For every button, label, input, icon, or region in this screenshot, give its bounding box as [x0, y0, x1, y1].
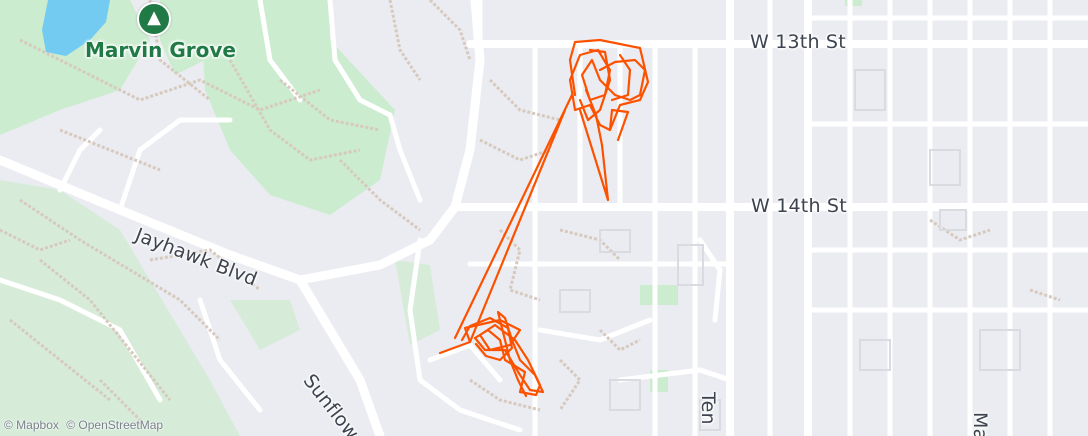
street-label-w14: W 14th St	[751, 195, 847, 217]
street-label-w13: W 13th St	[750, 31, 846, 53]
street-label-tennessee: Ten	[697, 392, 719, 425]
map-canvas[interactable]: ▲ Marvin Grove W 13th St W 14th St Jayha…	[0, 0, 1088, 436]
activity-route	[438, 38, 650, 398]
park-label: Marvin Grove	[85, 38, 236, 62]
park-marker[interactable]: ▲	[137, 2, 171, 36]
map-attribution: © Mapbox © OpenStreetMap	[4, 418, 167, 432]
osm-attribution[interactable]: © OpenStreetMap	[66, 418, 163, 432]
tree-icon: ▲	[147, 7, 161, 28]
street-label-massachusetts: Ma	[969, 412, 991, 436]
mapbox-attribution[interactable]: © Mapbox	[4, 418, 59, 432]
map-base-layer	[0, 0, 1088, 436]
